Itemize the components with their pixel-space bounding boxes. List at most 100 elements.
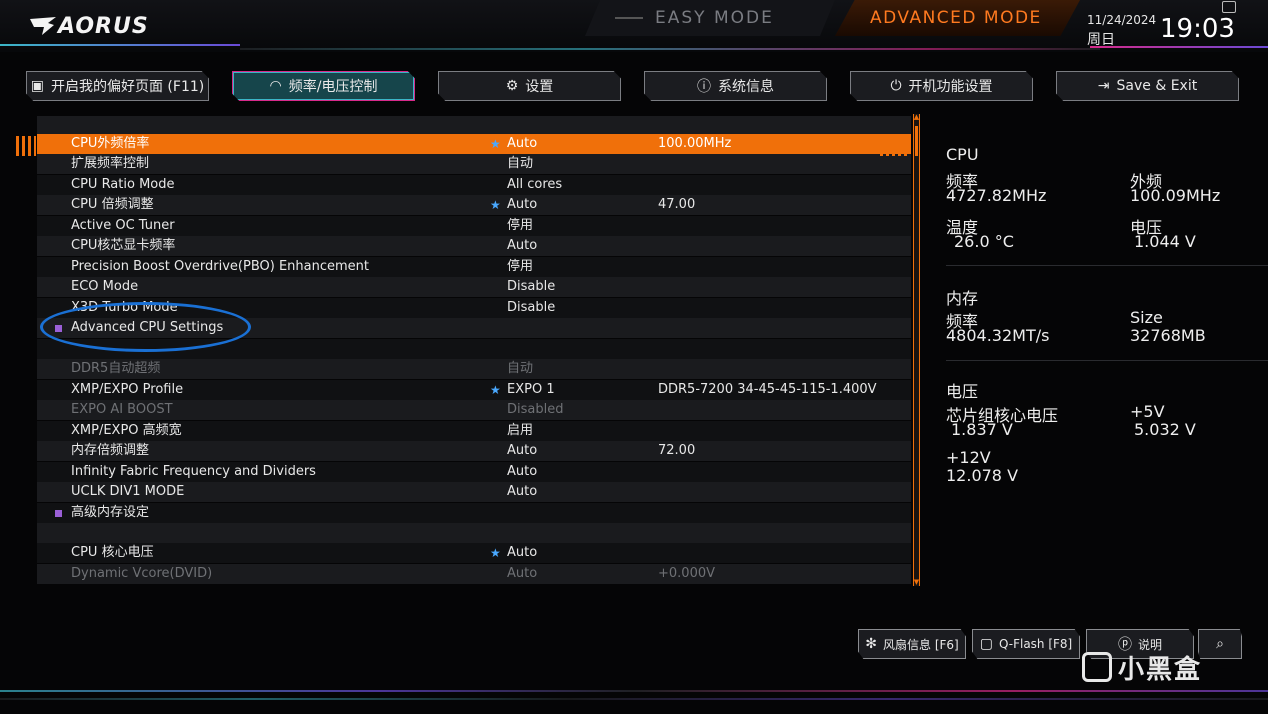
tab-label: 系统信息 <box>718 79 774 95</box>
fan-info-button[interactable]: ✻ 风扇信息 [F6] <box>858 629 966 659</box>
setting-row[interactable]: CPU 倍频调整 ★ Auto 47.00 <box>37 195 911 215</box>
voltage-section-title: 电压 <box>946 382 979 401</box>
qflash-label: Q-Flash [F8] <box>998 637 1073 651</box>
setting-value[interactable]: Auto <box>507 441 537 461</box>
setting-value[interactable]: 停用 <box>507 216 533 236</box>
setting-value[interactable]: 自动 <box>507 154 533 174</box>
setting-label: Precision Boost Overdrive(PBO) Enhanceme… <box>71 259 369 274</box>
chip-icon: ▢ <box>979 636 993 652</box>
setting-row[interactable]: ECO Mode Disable <box>37 277 911 297</box>
power-icon: ⏻ <box>890 78 902 94</box>
tab-settings[interactable]: ⚙ 设置 <box>438 71 621 101</box>
setting-label: CPU核芯显卡频率 <box>71 238 176 253</box>
memory-section-title: 内存 <box>946 289 979 308</box>
screenshot-icon[interactable] <box>1222 1 1236 13</box>
tab-favorites[interactable]: ▣ 开启我的偏好页面 (F11) <box>26 71 209 101</box>
tab-label: 设置 <box>525 79 554 95</box>
scroll-up-icon[interactable]: ▲ <box>913 114 920 121</box>
fan-info-label: 风扇信息 [F6] <box>883 637 959 652</box>
tab-boot[interactable]: ⏻ 开机功能设置 <box>850 71 1033 101</box>
favorite-star-icon: ★ <box>490 198 501 212</box>
v5-label: +5V <box>1130 402 1165 421</box>
cpu-bclk-value: 100.09MHz <box>1130 186 1221 205</box>
selection-highlight-edge <box>880 136 910 156</box>
memory-size-value: 32768MB <box>1130 326 1206 345</box>
search-button[interactable]: ⌕ <box>1198 629 1242 659</box>
setting-row: EXPO AI BOOST Disabled <box>37 400 911 420</box>
cpu-temp-value: 26.0 °C <box>954 232 1014 251</box>
setting-value[interactable]: Auto <box>507 134 537 154</box>
setting-label: CPU Ratio Mode <box>71 177 175 192</box>
tab-label: 频率/电压控制 <box>288 79 378 95</box>
setting-row[interactable]: XMP/EXPO 高频宽 启用 <box>37 421 911 441</box>
setting-label: Dynamic Vcore(DVID) <box>71 566 213 581</box>
exit-icon: ⇥ <box>1097 78 1110 94</box>
scroll-thumb[interactable] <box>915 126 918 156</box>
time-display: 19:03 <box>1160 14 1235 44</box>
setting-current: DDR5-7200 34-45-45-115-1.400V <box>658 382 877 397</box>
tab-label: 开启我的偏好页面 (F11) <box>50 79 205 95</box>
setting-row[interactable]: Infinity Fabric Frequency and Dividers Au… <box>37 462 911 482</box>
setting-row[interactable]: UCLK DIV1 MODE Auto <box>37 482 911 502</box>
setting-value[interactable]: Disable <box>507 298 555 318</box>
qflash-button[interactable]: ▢ Q-Flash [F8] <box>972 629 1080 659</box>
setting-value[interactable]: EXPO 1 <box>507 380 555 400</box>
setting-value: Disabled <box>507 402 564 417</box>
header-stripe-left <box>0 44 240 46</box>
watermark-text: 小黑盒 <box>1118 655 1203 685</box>
footer-stripe <box>0 690 1268 692</box>
tab-label: 开机功能设置 <box>908 79 993 95</box>
setting-label: 内存倍频调整 <box>71 443 150 458</box>
setting-value[interactable]: Auto <box>507 482 537 502</box>
v12-value: 12.078 V <box>946 466 1019 485</box>
setting-value[interactable]: Auto <box>507 236 537 256</box>
setting-value[interactable]: 启用 <box>507 421 533 441</box>
setting-current: +0.000V <box>658 566 716 581</box>
favorites-icon: ▣ <box>30 78 44 94</box>
setting-row[interactable]: Precision Boost Overdrive(PBO) Enhanceme… <box>37 257 911 277</box>
setting-row[interactable]: CPU核芯显卡频率 Auto <box>37 236 911 256</box>
easy-mode-tab[interactable]: EASY MODE <box>585 0 835 36</box>
tab-frequency-voltage[interactable]: ◠ 频率/电压控制 <box>232 71 415 101</box>
setting-label: DDR5自动超频 <box>71 361 161 376</box>
tab-save-exit[interactable]: ⇥ Save & Exit <box>1056 71 1239 101</box>
setting-row[interactable]: 内存倍频调整 Auto 72.00 <box>37 441 911 461</box>
setting-row[interactable]: XMP/EXPO Profile ★ EXPO 1 DDR5-7200 34-45-4… <box>37 380 911 400</box>
footer-stripe <box>0 698 1268 700</box>
setting-value[interactable]: Auto <box>507 543 537 563</box>
chipset-voltage-value: 1.837 V <box>951 420 1013 439</box>
search-icon: ⌕ <box>1216 636 1224 652</box>
setting-value[interactable]: Auto <box>507 462 537 482</box>
setting-row: DDR5自动超频 自动 <box>37 359 911 379</box>
setting-value[interactable]: Auto <box>507 195 537 215</box>
gear-icon: ⚙ <box>505 78 519 94</box>
setting-value[interactable]: 停用 <box>507 257 533 277</box>
setting-row[interactable]: CPU 核心电压 ★ Auto <box>37 543 911 563</box>
setting-row[interactable]: CPU外频倍率 ★ Auto 100.00MHz <box>37 134 911 154</box>
easy-mode-label: EASY MODE <box>655 8 774 28</box>
scroll-down-icon[interactable]: ▼ <box>913 579 920 586</box>
setting-value[interactable]: All cores <box>507 175 562 195</box>
memory-freq-value: 4804.32MT/s <box>946 326 1050 345</box>
setting-row[interactable]: Active OC Tuner 停用 <box>37 216 911 236</box>
aorus-eagle-icon <box>30 17 56 35</box>
aorus-logo: AORUS <box>30 14 149 39</box>
tab-system-info[interactable]: ⓘ 系统信息 <box>644 71 827 101</box>
setting-current: 72.00 <box>658 443 696 458</box>
setting-current: 100.00MHz <box>658 136 732 151</box>
favorite-star-icon: ★ <box>490 546 501 560</box>
setting-label: ECO Mode <box>71 279 139 294</box>
submenu-bullet-icon <box>55 510 62 517</box>
settings-scrollbar[interactable]: ▲ ▼ <box>913 114 920 586</box>
setting-row-spacer <box>37 523 911 543</box>
advanced-mode-tab[interactable]: ADVANCED MODE <box>835 0 1080 36</box>
setting-row[interactable]: 扩展频率控制 自动 <box>37 154 911 174</box>
favorite-star-icon: ★ <box>490 137 501 151</box>
panel-divider <box>946 360 1268 361</box>
cpu-volt-value: 1.044 V <box>1134 232 1196 251</box>
setting-label: CPU外频倍率 <box>71 136 150 151</box>
setting-value[interactable]: Disable <box>507 277 555 297</box>
date-display: 11/24/2024 <box>1087 13 1157 27</box>
setting-row[interactable]: CPU Ratio Mode All cores <box>37 175 911 195</box>
submenu-advanced-memory[interactable]: 高级内存设定 <box>37 503 911 523</box>
